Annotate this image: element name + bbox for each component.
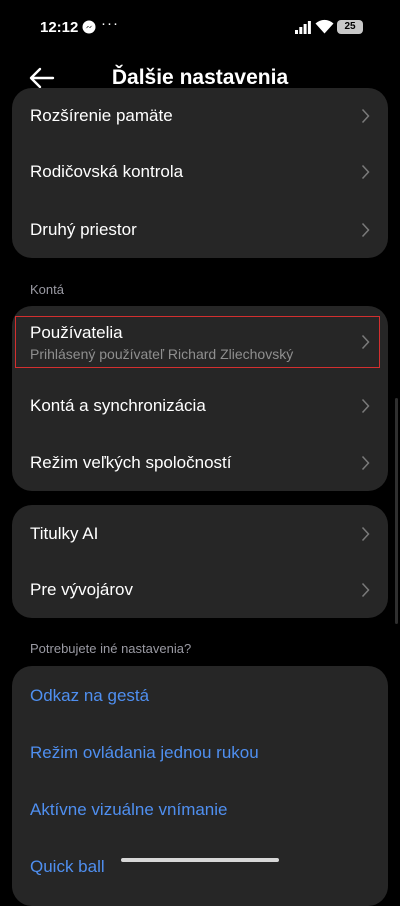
chevron-right-icon xyxy=(361,455,370,471)
settings-group-3: Titulky AI Pre vývojárov xyxy=(12,505,388,618)
link-gesture-shortcuts[interactable]: Odkaz na gestá xyxy=(12,666,388,723)
chevron-right-icon xyxy=(361,222,370,238)
chevron-right-icon xyxy=(361,164,370,180)
settings-group-accounts: Používatelia Prihlásený používateľ Richa… xyxy=(12,306,388,491)
item-label: Pre vývojárov xyxy=(30,580,133,599)
link-quick-ball[interactable]: Quick ball xyxy=(12,837,388,894)
list-item-developer-options[interactable]: Pre vývojárov xyxy=(12,562,388,618)
link-one-handed-mode[interactable]: Režim ovládania jednou rukou xyxy=(12,723,388,780)
list-item-enterprise-mode[interactable]: Režim veľkých spoločností xyxy=(12,435,388,491)
item-label: Používatelia xyxy=(30,323,123,342)
item-label: Režim veľkých spoločností xyxy=(30,453,232,472)
chevron-right-icon xyxy=(361,108,370,124)
item-label: Aktívne vizuálne vnímanie xyxy=(30,800,228,819)
chevron-right-icon xyxy=(361,582,370,598)
item-label: Odkaz na gestá xyxy=(30,686,150,705)
status-bar: 12:12 ··· 25 xyxy=(0,0,400,56)
wifi-icon xyxy=(315,19,334,34)
list-item-ai-subtitles[interactable]: Titulky AI xyxy=(12,505,388,562)
list-item-accounts-sync[interactable]: Kontá a synchronizácia xyxy=(12,378,388,435)
item-label: Titulky AI xyxy=(30,524,99,543)
status-time: 12:12 xyxy=(40,19,79,36)
settings-group-links: Odkaz na gestá Režim ovládania jednou ru… xyxy=(12,666,388,906)
link-active-visual-perception[interactable]: Aktívne vizuálne vnímanie xyxy=(12,780,388,837)
scrollbar[interactable] xyxy=(395,398,398,624)
chevron-right-icon xyxy=(361,334,370,350)
list-item-users[interactable]: Používatelia Prihlásený používateľ Richa… xyxy=(12,306,388,378)
home-indicator[interactable] xyxy=(121,858,279,862)
chevron-right-icon xyxy=(361,398,370,414)
list-item-second-space[interactable]: Druhý priestor xyxy=(12,201,388,258)
item-label: Kontá a synchronizácia xyxy=(30,396,206,415)
more-notifications-icon: ··· xyxy=(101,15,119,32)
page-title: Ďalšie nastavenia xyxy=(111,66,289,89)
cellular-signal-icon xyxy=(295,21,311,34)
settings-group-1: Rozšírenie pamäte Rodičovská kontrola Dr… xyxy=(12,88,388,258)
list-item-memory-extension[interactable]: Rozšírenie pamäte xyxy=(12,88,388,144)
section-label-other-settings: Potrebujete iné nastavenia? xyxy=(30,641,192,656)
messenger-icon xyxy=(82,20,96,34)
section-label-accounts: Kontá xyxy=(30,282,64,297)
item-label: Režim ovládania jednou rukou xyxy=(30,743,259,762)
item-subtitle: Prihlásený používateľ Richard Zliechovsk… xyxy=(30,346,294,362)
item-label: Rozšírenie pamäte xyxy=(30,106,173,125)
item-label: Rodičovská kontrola xyxy=(30,162,184,181)
list-item-parental-control[interactable]: Rodičovská kontrola xyxy=(12,144,388,201)
chevron-right-icon xyxy=(361,526,370,542)
battery-icon: 25 xyxy=(337,20,363,34)
item-label: Quick ball xyxy=(30,857,105,876)
item-label: Druhý priestor xyxy=(30,220,137,239)
